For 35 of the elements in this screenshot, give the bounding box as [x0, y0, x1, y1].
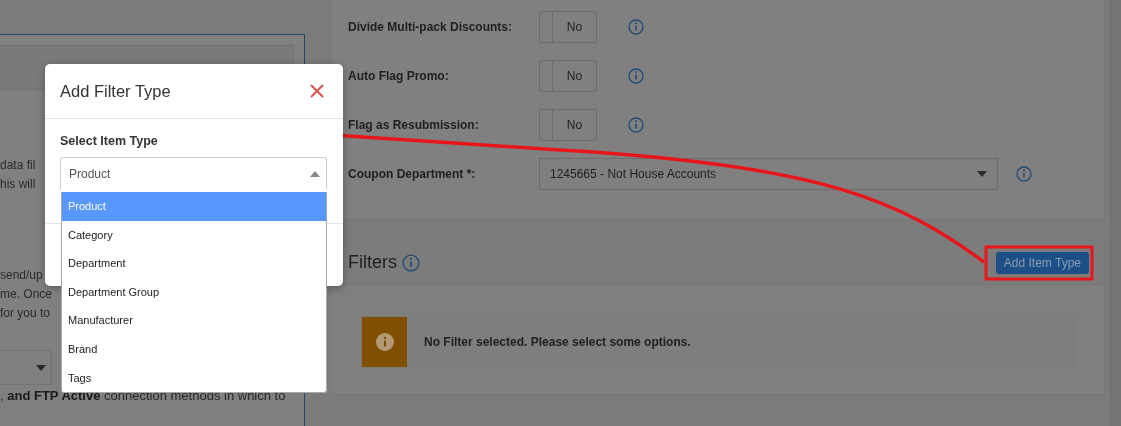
section-title: Filters — [348, 252, 397, 273]
dropdown-option[interactable]: Manufacturer — [62, 306, 326, 335]
info-icon[interactable] — [628, 67, 644, 84]
info-icon — [362, 317, 407, 367]
select-field[interactable] — [0, 350, 52, 385]
body-text: data fil — [0, 157, 36, 174]
body-text: for you to — [0, 305, 51, 322]
caret-icon — [977, 170, 987, 177]
dropdown-option[interactable]: Tags — [62, 363, 326, 393]
select-field[interactable]: 1245665 - Not House Accounts — [539, 157, 998, 190]
dialog-title: Add Filter Type — [60, 81, 171, 101]
dropdown-option[interactable]: Brand — [62, 334, 326, 364]
info-icon[interactable] — [628, 116, 644, 133]
close-icon[interactable] — [310, 84, 324, 98]
select-field[interactable]: Product — [60, 157, 327, 189]
dropdown-option[interactable]: Department Group — [62, 277, 326, 307]
toggle-switch[interactable]: No — [539, 10, 597, 43]
caret-icon — [310, 170, 320, 177]
alert-message: No Filter selected. Please select some options. — [424, 335, 691, 349]
dropdown-option[interactable]: Department — [62, 249, 326, 278]
field-label: Flag as Resubmission: — [348, 117, 480, 132]
body-text: send/up — [0, 267, 43, 284]
dropdown-option[interactable]: Category — [62, 220, 326, 250]
field-label: Auto Flag Promo: — [348, 68, 450, 83]
info-icon[interactable] — [402, 253, 420, 272]
info-icon[interactable] — [628, 18, 644, 35]
toggle-switch[interactable]: No — [539, 59, 597, 92]
toggle-switch[interactable]: No — [539, 108, 597, 141]
field-label: Coupon Department *: — [348, 166, 477, 181]
caret-icon — [36, 365, 46, 371]
body-text: me. Once — [0, 286, 53, 303]
info-icon[interactable] — [1016, 165, 1032, 182]
field-label: Divide Multi-pack Discounts: — [348, 19, 514, 34]
body-text: his will — [0, 176, 36, 193]
field-label: Select Item Type — [60, 134, 159, 150]
